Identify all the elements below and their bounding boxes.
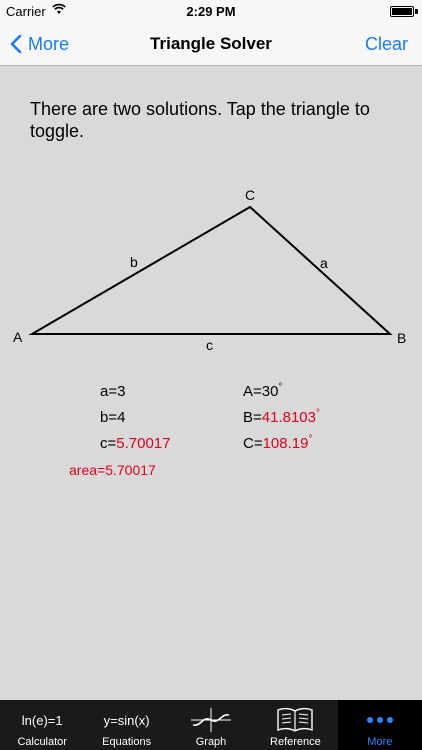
- tab-equations[interactable]: y=sin(x) Equations: [84, 700, 168, 750]
- book-icon-wrapper: [253, 707, 337, 732]
- battery-level: [392, 8, 412, 15]
- side-a-value: a=3: [100, 383, 125, 400]
- back-button[interactable]: More: [10, 30, 69, 58]
- back-button-label: More: [28, 33, 70, 54]
- vertex-label-B: B: [397, 330, 406, 346]
- tab-label: More: [367, 736, 393, 748]
- side-a-number: 3: [117, 383, 126, 400]
- tab-label: Calculator: [17, 736, 67, 748]
- side-label-a: a: [320, 255, 328, 271]
- tab-reference[interactable]: Reference: [253, 700, 337, 750]
- angle-C-value: C=108.19°: [243, 434, 313, 452]
- vertex-label-C: C: [245, 187, 255, 203]
- triangle-shape[interactable]: [28, 205, 393, 335]
- status-time: 2:29 PM: [186, 4, 236, 19]
- battery-nub: [415, 9, 418, 14]
- clear-button[interactable]: Clear: [365, 34, 408, 55]
- tab-more[interactable]: More: [337, 700, 422, 750]
- side-b-label: b=: [100, 409, 118, 426]
- tab-graph[interactable]: Graph: [169, 700, 253, 750]
- calculator-icon: ln(e)=1: [21, 712, 63, 728]
- area-value: area=5.70017: [69, 462, 156, 478]
- side-label-c: c: [206, 337, 213, 353]
- status-bar: Carrier 2:29 PM: [0, 0, 422, 22]
- book-icon: [277, 707, 314, 732]
- side-c-value: c=5.70017: [100, 435, 171, 452]
- side-b-number: 4: [117, 409, 126, 426]
- angle-B-number: 41.8103: [261, 409, 316, 426]
- angle-C-label: C=: [243, 435, 263, 452]
- angle-A-value: A=30°: [243, 382, 283, 400]
- side-a-label: a=: [100, 383, 118, 400]
- navigation-bar: More Triangle Solver Clear: [0, 22, 422, 66]
- angle-A-label: A=: [243, 383, 262, 400]
- graph-icon-wrapper: [169, 708, 253, 732]
- side-label-b: b: [130, 254, 138, 270]
- more-dots-icon: [366, 717, 393, 723]
- degree-symbol: °: [316, 408, 320, 419]
- tab-label: Graph: [195, 736, 227, 748]
- angle-A-number: 30: [261, 383, 279, 400]
- graph-icon: [191, 708, 232, 732]
- vertex-label-A: A: [13, 329, 23, 345]
- equations-icon: y=sin(x): [103, 712, 150, 728]
- tab-bar: ln(e)=1 Calculator y=sin(x) Equations Gr…: [0, 700, 422, 750]
- side-b-value: b=4: [100, 409, 125, 426]
- side-c-number: 5.70017: [116, 435, 171, 452]
- battery-icon: [390, 6, 414, 17]
- triangle-diagram[interactable]: C A B b a c: [0, 180, 422, 370]
- tab-calculator[interactable]: ln(e)=1 Calculator: [0, 700, 84, 750]
- degree-symbol: °: [278, 382, 283, 393]
- angle-B-label: B=: [243, 409, 262, 426]
- degree-symbol: °: [308, 434, 313, 445]
- more-icon-wrapper: [338, 708, 422, 732]
- angle-C-number: 108.19: [262, 435, 309, 452]
- side-c-label: c=: [100, 435, 117, 452]
- tab-label: Equations: [102, 736, 152, 748]
- angle-B-value: B=41.8103°: [243, 408, 320, 426]
- chevron-left-icon: [10, 34, 22, 54]
- tab-label: Reference: [270, 736, 321, 748]
- instructions-text: There are two solutions. Tap the triangl…: [30, 99, 370, 141]
